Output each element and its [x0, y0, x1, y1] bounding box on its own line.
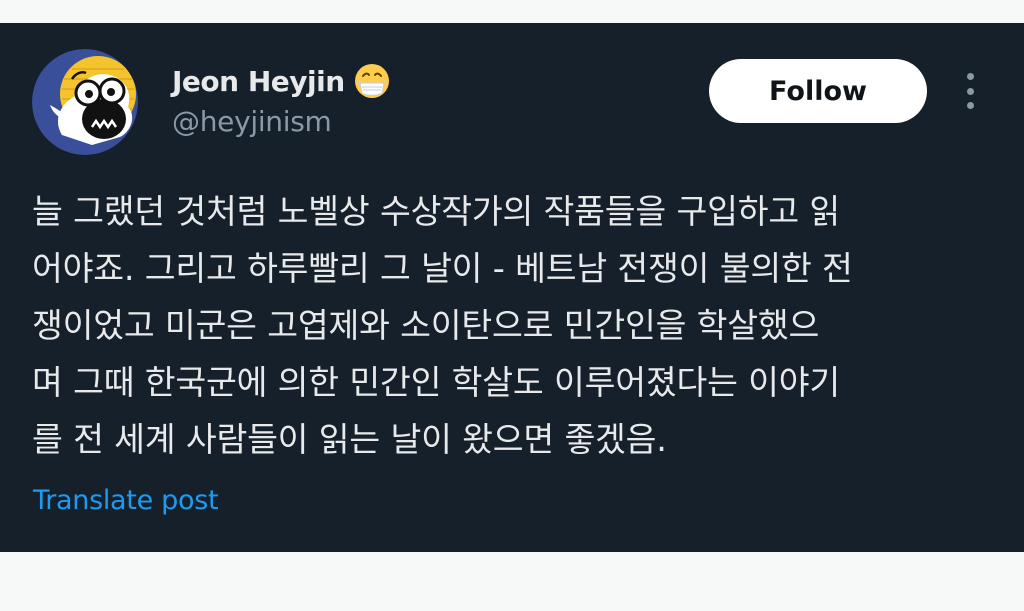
- translate-post-link[interactable]: Translate post: [33, 485, 219, 516]
- follow-button[interactable]: Follow: [709, 59, 927, 123]
- more-vertical-icon[interactable]: [956, 69, 984, 113]
- post-text: 늘 그랬던 것처럼 노벨상 수상작가의 작품들을 구입하고 읽 어야죠. 그리고…: [32, 192, 853, 459]
- face-with-medical-mask-icon: [353, 62, 391, 100]
- more-dot: [966, 87, 974, 95]
- tweet-card: Jeon Heyjin @heyjinism Follow 늘 그랬던 것처럼 …: [0, 23, 1024, 552]
- avatar[interactable]: [32, 49, 138, 155]
- handle[interactable]: @heyjinism: [172, 105, 332, 138]
- display-name[interactable]: Jeon Heyjin: [172, 65, 345, 98]
- more-dot: [966, 73, 974, 80]
- display-name-row[interactable]: Jeon Heyjin: [172, 63, 391, 99]
- more-dot: [966, 102, 974, 109]
